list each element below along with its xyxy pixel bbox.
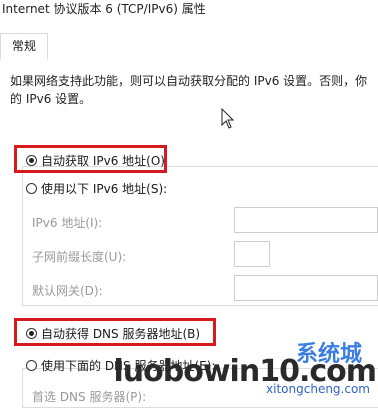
radio-auto-ipv6-label: 自动获取 IPv6 地址(O): [41, 154, 165, 168]
ipv6-address-label: IPv6 地址(I):: [32, 216, 103, 230]
tab-strip: 常规: [0, 30, 378, 61]
radio-indicator: [26, 155, 37, 166]
title-bar: Internet 协议版本 6 (TCP/IPv6) 属性: [0, 0, 378, 22]
subnet-prefix-label: 子网前缀长度(U):: [32, 250, 127, 264]
radio-auto-ipv6[interactable]: 自动获取 IPv6 地址(O): [26, 152, 165, 169]
description-text: 如果网络支持此功能，则可以自动获取分配的 IPv6 设置。否则，你的 IPv6 …: [10, 74, 368, 106]
ipv6-address-field[interactable]: [234, 207, 378, 233]
site-watermark: 系统城 luobowin10.com xitongcheng.com: [114, 340, 377, 398]
radio-manual-ipv6-label: 使用以下 IPv6 地址(S):: [41, 182, 168, 196]
radio-manual-ipv6[interactable]: 使用以下 IPv6 地址(S):: [26, 180, 167, 197]
subnet-prefix-field[interactable]: [234, 241, 270, 267]
radio-auto-dns-label: 自动获得 DNS 服务器地址(B): [41, 327, 201, 341]
radio-indicator: [26, 328, 37, 339]
window-title: Internet 协议版本 6 (TCP/IPv6) 属性: [2, 2, 206, 16]
default-gateway-field[interactable]: [234, 275, 378, 301]
preferred-dns-label: 首选 DNS 服务器(P):: [32, 390, 147, 404]
mouse-pointer-icon: [221, 108, 235, 129]
radio-indicator: [26, 360, 37, 371]
tab-general[interactable]: 常规: [0, 33, 48, 60]
watermark-sub-text: xitongcheng.com: [266, 382, 370, 396]
radio-indicator: [26, 183, 37, 194]
default-gateway-label: 默认网关(D):: [32, 284, 103, 298]
radio-auto-dns[interactable]: 自动获得 DNS 服务器地址(B): [26, 325, 200, 342]
